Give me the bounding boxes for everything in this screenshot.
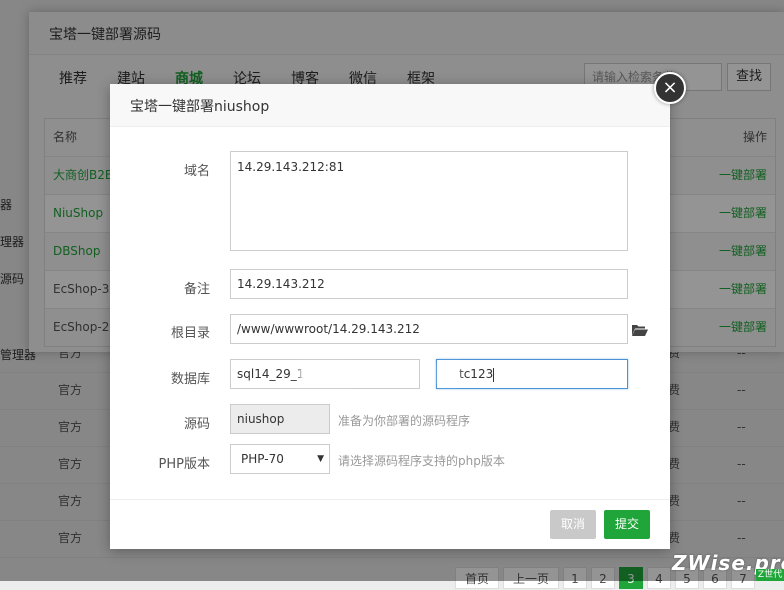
root-dir-field[interactable]: /www/wwwroot/14.29.143.212 [230, 314, 628, 344]
submit-button[interactable]: 提交 [604, 510, 650, 539]
close-icon[interactable]: × [654, 72, 686, 104]
cancel-button[interactable]: 取消 [550, 510, 596, 539]
watermark-badge: Z世代 [756, 569, 784, 581]
database-label: 数据库 [170, 372, 210, 387]
source-field: niushop [230, 404, 330, 434]
remark-label: 备注 [183, 282, 210, 297]
dialog-title: 宝塔一键部署niushop [130, 99, 270, 115]
db-password-field[interactable]: tc123 [436, 359, 628, 389]
php-label: PHP版本 [158, 457, 210, 472]
php-version-select[interactable]: PHP-70 ▼ [230, 444, 330, 474]
footer-divider [110, 499, 670, 500]
caret-down-icon: ▼ [317, 454, 324, 464]
domain-label: 域名 [183, 164, 210, 179]
folder-open-icon[interactable] [632, 324, 648, 336]
root-label: 根目录 [170, 326, 210, 341]
deploy-dialog: 宝塔一键部署niushop 域名 14.29.143.212:81 备注 14.… [110, 84, 670, 549]
dialog-header: 宝塔一键部署niushop [110, 84, 670, 127]
source-hint: 准备为你部署的源码程序 [338, 414, 471, 428]
remark-field[interactable]: 14.29.143.212 [230, 269, 628, 299]
php-hint: 请选择源码程序支持的php版本 [338, 454, 505, 468]
domain-textarea[interactable]: 14.29.143.212:81 [230, 151, 628, 251]
source-label: 源码 [183, 417, 210, 432]
